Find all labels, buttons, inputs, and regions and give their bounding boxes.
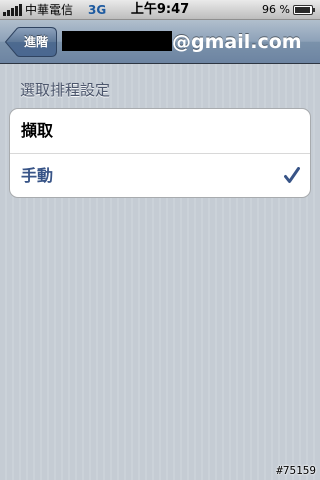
checkmark-icon: [284, 167, 300, 183]
battery-percentage: 96 %: [262, 3, 290, 16]
nav-title-email-domain: @gmail.com: [172, 31, 302, 53]
schedule-options-group: 擷取 手動: [9, 108, 311, 198]
option-fetch[interactable]: 擷取: [10, 109, 310, 153]
battery-icon: [293, 5, 313, 15]
watermark-id: #75159: [276, 464, 316, 477]
section-header: 選取排程設定: [20, 81, 111, 99]
option-fetch-label: 擷取: [21, 121, 54, 140]
option-manual[interactable]: 手動: [10, 153, 310, 197]
navigation-bar: 進階 @gmail.com: [0, 20, 320, 64]
status-bar: 中華電信 3G 上午9:47 96 %: [0, 0, 320, 20]
nav-title: @gmail.com: [62, 20, 316, 64]
back-button-label: 進階: [23, 35, 48, 49]
option-manual-label: 手動: [21, 166, 54, 185]
redaction-bar: [62, 31, 172, 51]
battery-tip: [313, 8, 315, 12]
back-button[interactable]: 進階: [5, 27, 57, 57]
